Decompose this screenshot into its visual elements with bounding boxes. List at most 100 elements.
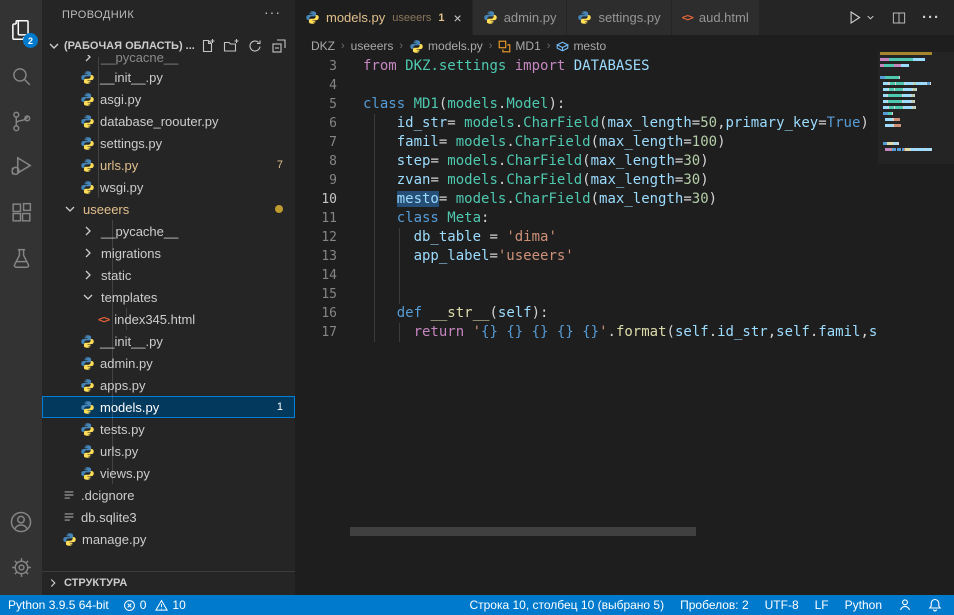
feedback-icon[interactable] [898, 598, 912, 612]
tree-item--pycache-[interactable]: __pycache__ [42, 55, 295, 66]
tree-item-migrations[interactable]: migrations [42, 242, 295, 264]
minimap-line [880, 118, 900, 121]
code-line-13[interactable]: 13 app_label='useeers' [295, 247, 954, 266]
code-line-14[interactable]: 14 [295, 266, 954, 285]
tree-item-models-py[interactable]: models.py1 [42, 396, 295, 418]
tree-item-tests-py[interactable]: tests.py [42, 418, 295, 440]
testing-icon[interactable] [0, 236, 42, 280]
code-line-6[interactable]: 6 id_str= models.CharField(max_length=50… [295, 114, 954, 133]
collapse-all-icon[interactable] [271, 38, 287, 54]
code-line-11[interactable]: 11 class Meta: [295, 209, 954, 228]
tree-item-admin-py[interactable]: admin.py [42, 352, 295, 374]
minimap-line [880, 88, 916, 91]
indentation-item[interactable]: Пробелов: 2 [680, 598, 749, 612]
tree-item-manage-py[interactable]: manage.py [42, 528, 295, 550]
code-line-3[interactable]: 3from DKZ.settings import DATABASES [295, 57, 954, 76]
tree-item-asgi-py[interactable]: asgi.py [42, 88, 295, 110]
tree-item--init-py[interactable]: __init__.py [42, 66, 295, 88]
tree-item-views-py[interactable]: views.py [42, 462, 295, 484]
search-icon[interactable] [0, 54, 42, 98]
breadcrumb-item-models-py[interactable]: models.py [409, 39, 483, 54]
code-line-4[interactable]: 4 [295, 76, 954, 95]
tree-item-db-sqlite3[interactable]: db.sqlite3 [42, 506, 295, 528]
language-mode-item[interactable]: Python [845, 598, 882, 612]
tree-item-label: tests.py [100, 422, 145, 437]
tree-item-static[interactable]: static [42, 264, 295, 286]
split-editor-icon[interactable] [891, 10, 907, 26]
code-line-8[interactable]: 8 step= models.CharField(max_length=30) [295, 152, 954, 171]
code-line-12[interactable]: 12 db_table = 'dima' [295, 228, 954, 247]
tree-item-clipped[interactable]: __pycache__ [42, 55, 295, 66]
code-line-15[interactable]: 15 [295, 285, 954, 304]
tree-item-useeers[interactable]: useeers [42, 198, 295, 220]
code-line-content [363, 76, 954, 95]
code-line-content: def __str__(self): [363, 304, 954, 323]
tree-item-urls-py[interactable]: urls.py7 [42, 154, 295, 176]
tab-settings-py[interactable]: settings.py [567, 0, 671, 35]
tree-item-label: __pycache__ [101, 55, 178, 65]
workspace-section-header[interactable]: (РАБОЧАЯ ОБЛАСТЬ) ... [42, 35, 295, 57]
extensions-icon[interactable] [0, 190, 42, 234]
tab-aud-html[interactable]: <>aud.html [672, 0, 760, 35]
run-button[interactable] [846, 9, 876, 26]
python-file-icon [80, 70, 95, 85]
minimap-line [880, 106, 916, 109]
source-control-icon[interactable] [0, 99, 42, 143]
new-folder-icon[interactable] [223, 38, 239, 54]
encoding-item[interactable]: UTF-8 [765, 598, 799, 612]
close-icon[interactable]: × [454, 11, 462, 25]
code-line-7[interactable]: 7 famil= models.CharField(max_length=100… [295, 133, 954, 152]
tree-item-label: migrations [101, 246, 161, 261]
tree-item-database-roouter-py[interactable]: database_roouter.py [42, 110, 295, 132]
tree-item-templates[interactable]: templates [42, 286, 295, 308]
code-line-content: id_str= models.CharField(max_length=50,p… [363, 114, 954, 133]
code-line-10[interactable]: 10 mesto= models.CharField(max_length=30… [295, 190, 954, 209]
tree-item-wsgi-py[interactable]: wsgi.py [42, 176, 295, 198]
tree-item-label: urls.py [100, 158, 138, 173]
code-line-5[interactable]: 5class MD1(models.Model): [295, 95, 954, 114]
breadcrumb-item-useeers[interactable]: useeers [351, 39, 394, 53]
minimap-line [880, 142, 899, 145]
breadcrumb-item-dkz[interactable]: DKZ [311, 39, 335, 53]
tab-admin-py[interactable]: admin.py [473, 0, 568, 35]
html-file-icon: <> [682, 11, 693, 24]
run-and-debug-icon[interactable] [0, 144, 42, 188]
minimap-line [880, 64, 909, 67]
tab-models-py[interactable]: models.pyuseeers1× [295, 0, 473, 35]
eol-item[interactable]: LF [815, 598, 829, 612]
tab-description: useeers [392, 12, 431, 24]
run-icon [846, 9, 863, 26]
tree-item-urls-py[interactable]: urls.py [42, 440, 295, 462]
problems-item[interactable]: 0 10 [123, 598, 186, 612]
account-icon[interactable] [0, 500, 42, 544]
tree-item--dcignore[interactable]: .dcignore [42, 484, 295, 506]
tree-item--pycache-[interactable]: __pycache__ [42, 220, 295, 242]
tree-item-settings-py[interactable]: settings.py [42, 132, 295, 154]
python-version-item[interactable]: Python 3.9.5 64-bit [8, 598, 109, 612]
tree-item-index345-html[interactable]: <>index345.html [42, 308, 295, 330]
sidebar-more-actions-icon[interactable]: ··· [264, 4, 281, 20]
tab-badge: 1 [438, 12, 444, 24]
refresh-icon[interactable] [247, 38, 263, 54]
outline-section-label: СТРУКТУРА [64, 577, 127, 589]
more-actions-icon[interactable]: ··· [922, 9, 940, 26]
outline-section-header[interactable]: СТРУКТУРА [42, 571, 295, 593]
line-number: 5 [295, 95, 363, 114]
explorer-icon[interactable]: 2 [0, 8, 42, 52]
horizontal-scrollbar[interactable] [350, 527, 696, 536]
cursor-position-item[interactable]: Строка 10, столбец 10 (выбрано 5) [469, 598, 664, 612]
settings-gear-icon[interactable] [0, 545, 42, 589]
breadcrumb-item-md1[interactable]: MD1 [498, 39, 540, 53]
minimap-line [880, 100, 915, 103]
notifications-bell-icon[interactable] [928, 598, 942, 612]
chevron-down-icon[interactable] [865, 12, 876, 23]
breadcrumb-item-mesto[interactable]: mesto [556, 39, 606, 53]
code-line-9[interactable]: 9 zvan= models.CharField(max_length=30) [295, 171, 954, 190]
code-editor[interactable]: 3from DKZ.settings import DATABASES45cla… [295, 57, 954, 342]
tree-item-apps-py[interactable]: apps.py [42, 374, 295, 396]
code-line-17[interactable]: 17 return '{} {} {} {} {}'.format(self.i… [295, 323, 954, 342]
new-file-icon[interactable] [199, 38, 215, 54]
tree-item--init-py[interactable]: __init__.py [42, 330, 295, 352]
line-number: 16 [295, 304, 363, 323]
code-line-16[interactable]: 16 def __str__(self): [295, 304, 954, 323]
